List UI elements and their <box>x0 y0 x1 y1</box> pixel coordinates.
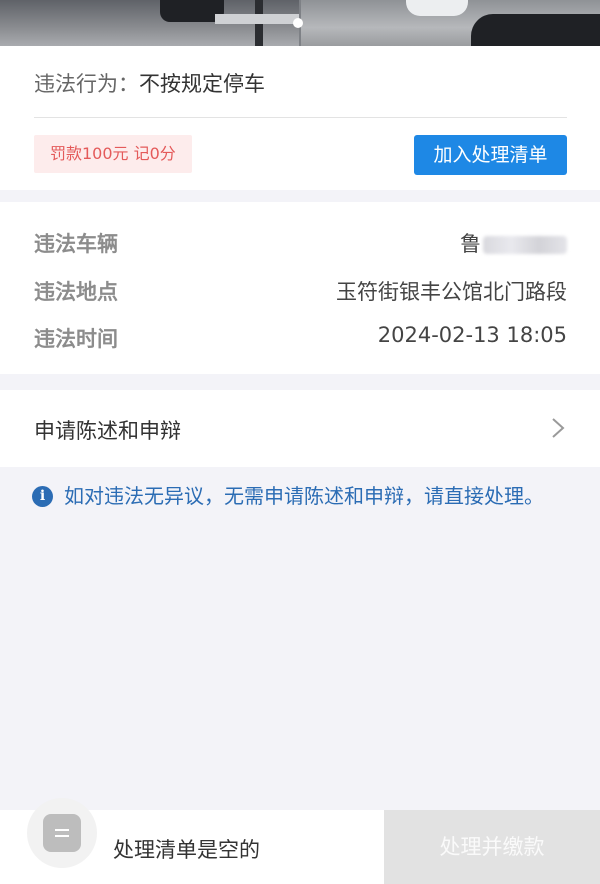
time-row: 违法时间 2024-02-13 18:05 <box>34 315 567 355</box>
violation-behavior: 违法行为：不按规定停车 <box>34 68 265 98</box>
vehicle-value: 鲁 <box>460 228 567 258</box>
violation-behavior-value: 不按规定停车 <box>139 72 265 96</box>
bottom-bar: 处理清单是空的 处理并缴款 <box>0 798 600 884</box>
location-row: 违法地点 玉符街银丰公馆北门路段 <box>34 268 567 308</box>
photo-carousel[interactable] <box>0 0 600 46</box>
violation-behavior-label: 违法行为： <box>34 72 139 96</box>
details-card: 违法车辆 鲁 违法地点 玉符街银丰公馆北门路段 违法时间 2024-02-13 … <box>0 202 600 374</box>
divider <box>34 117 567 118</box>
plate-prefix: 鲁 <box>460 232 481 256</box>
photo-car <box>406 0 468 16</box>
location-value: 玉符街银丰公馆北门路段 <box>336 280 567 304</box>
carousel-indicator-dot[interactable] <box>293 18 303 28</box>
processing-list-button[interactable] <box>27 798 97 868</box>
location-label: 违法地点 <box>34 280 118 304</box>
appeal-row[interactable]: 申请陈述和申辩 <box>0 390 600 467</box>
empty-list-text: 处理清单是空的 <box>113 838 260 862</box>
violation-photo-2[interactable] <box>301 0 600 46</box>
plate-redaction <box>483 236 567 254</box>
photo-car <box>471 14 600 46</box>
time-label: 违法时间 <box>34 327 118 351</box>
chevron-right-icon <box>552 418 565 438</box>
violation-card: 违法行为：不按规定停车 罚款100元 记0分 加入处理清单 <box>0 46 600 190</box>
vehicle-label: 违法车辆 <box>34 232 118 256</box>
photo-curb <box>215 14 299 24</box>
fine-badge: 罚款100元 记0分 <box>34 135 192 173</box>
appeal-label: 申请陈述和申辩 <box>34 419 181 443</box>
violation-photo-1[interactable] <box>0 0 299 46</box>
process-and-pay-button[interactable]: 处理并缴款 <box>384 810 600 884</box>
time-value: 2024-02-13 18:05 <box>377 323 567 347</box>
notice-text: 如对违法无异议，无需申请陈述和申辩，请直接处理。 <box>64 484 544 508</box>
vehicle-row: 违法车辆 鲁 <box>34 220 567 260</box>
list-icon <box>43 814 81 852</box>
info-icon: i <box>32 486 53 507</box>
add-to-list-button[interactable]: 加入处理清单 <box>414 135 567 175</box>
